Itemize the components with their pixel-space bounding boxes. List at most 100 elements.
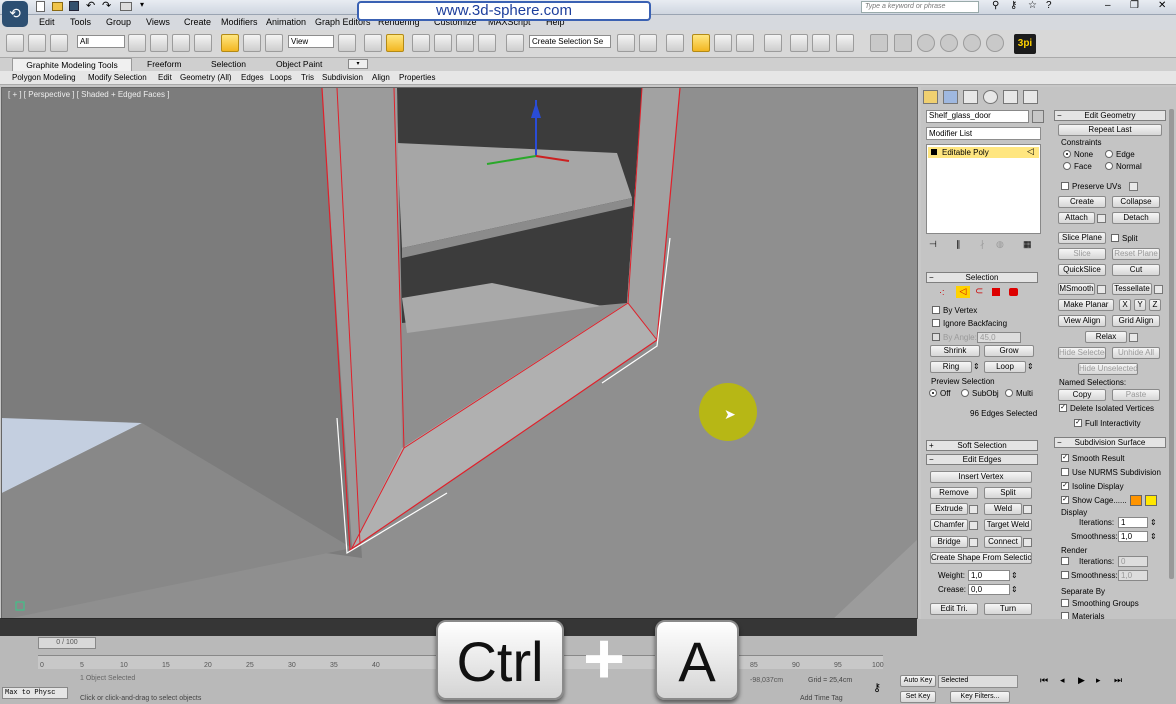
extrude-settings-icon[interactable] — [969, 505, 978, 514]
view-align-button[interactable]: View Align — [1058, 315, 1106, 327]
key-filters-button[interactable]: Key Filters... — [950, 691, 1010, 703]
render-iterations-checkbox[interactable] — [1061, 557, 1069, 565]
target-weld-button[interactable]: Target Weld — [984, 519, 1032, 531]
make-planar-button[interactable]: Make Planar — [1058, 299, 1114, 311]
reference-coordinate-dropdown[interactable]: View — [288, 35, 334, 48]
use-nurms-checkbox[interactable] — [1061, 468, 1069, 476]
by-angle-spinner[interactable]: 45,0 — [977, 332, 1021, 343]
modify-tab-icon[interactable] — [943, 90, 958, 104]
iterations-spinner-arrows[interactable]: ⇕ — [1150, 518, 1157, 527]
pivot-center-icon[interactable] — [338, 34, 356, 52]
tab-selection[interactable]: Selection — [211, 59, 246, 69]
constraint-none-radio[interactable] — [1063, 150, 1071, 158]
undo-icon[interactable]: ↶ — [86, 0, 95, 12]
paste-button[interactable]: Paste — [1112, 389, 1160, 401]
display-tab-icon[interactable] — [1003, 90, 1018, 104]
by-vertex-checkbox[interactable] — [932, 306, 940, 314]
grid-align-button[interactable]: Grid Align — [1112, 315, 1160, 327]
auto-key-button[interactable]: Auto Key — [900, 675, 936, 687]
viewport-label[interactable]: [ + ] [ Perspective ] [ Shaded + Edged F… — [8, 90, 169, 99]
modifier-list-dropdown[interactable]: Modifier List — [926, 127, 1041, 140]
remove-button[interactable]: Remove — [930, 487, 978, 499]
menu-views[interactable]: Views — [146, 17, 170, 27]
time-slider[interactable]: 0 / 100 — [38, 637, 96, 649]
panel-scrollbar[interactable] — [1169, 109, 1174, 579]
panel-polygon-modeling[interactable]: Polygon Modeling — [12, 73, 76, 82]
save-file-icon[interactable] — [69, 1, 79, 11]
turn-button[interactable]: Turn — [984, 603, 1032, 615]
preview-off-radio[interactable] — [929, 389, 937, 397]
relax-settings-icon[interactable] — [1129, 333, 1138, 342]
key-icon[interactable]: ⚷ — [1010, 0, 1017, 11]
star-icon[interactable]: ☆ — [1028, 0, 1037, 11]
panel-modify-selection[interactable]: Modify Selection — [88, 73, 147, 82]
smoothing-groups-checkbox[interactable] — [1061, 599, 1069, 607]
render-setup-icon[interactable] — [790, 34, 808, 52]
weight-spinner[interactable]: 1,0 — [968, 570, 1010, 581]
tab-freeform[interactable]: Freeform — [147, 59, 181, 69]
smoothness-spinner-arrows[interactable]: ⇕ — [1150, 532, 1157, 541]
plugin-add-icon[interactable] — [917, 34, 935, 52]
make-unique-icon[interactable]: ∤ — [980, 239, 985, 250]
crease-spinner-arrows[interactable]: ⇕ — [1011, 585, 1018, 594]
panel-properties[interactable]: Properties — [399, 73, 435, 82]
plugin-remove2-icon[interactable] — [986, 34, 1004, 52]
preserve-uvs-checkbox[interactable] — [1061, 182, 1069, 190]
bridge-button[interactable]: Bridge — [930, 536, 968, 548]
unlink-icon[interactable] — [28, 34, 46, 52]
next-frame-icon[interactable]: ▸ — [1096, 675, 1101, 686]
plugin-add2-icon[interactable] — [940, 34, 958, 52]
go-to-end-icon[interactable]: ⏭ — [1114, 675, 1122, 686]
add-time-tag[interactable]: Add Time Tag — [800, 695, 843, 702]
bind-space-warp-icon[interactable] — [50, 34, 68, 52]
graphite-toggle-icon[interactable] — [692, 34, 710, 52]
smooth-result-checkbox[interactable]: ✓ — [1061, 454, 1069, 462]
edit-geometry-rollout-header[interactable]: − Edit Geometry — [1054, 110, 1166, 121]
keyboard-shortcut-toggle-icon[interactable] — [386, 34, 404, 52]
smoothness-spinner[interactable]: 1,0 — [1118, 531, 1148, 542]
set-key-button[interactable]: Set Key — [900, 691, 936, 703]
panel-geometry-all[interactable]: Geometry (All) — [180, 73, 232, 82]
rectangle-selection-icon[interactable] — [172, 34, 190, 52]
panel-subdivision[interactable]: Subdivision — [322, 73, 363, 82]
relax-button[interactable]: Relax — [1085, 331, 1127, 343]
edit-tri-button[interactable]: Edit Tri. — [930, 603, 978, 615]
utilities-tab-icon[interactable] — [1023, 90, 1038, 104]
edit-edges-rollout-header[interactable]: − Edit Edges — [926, 454, 1038, 465]
chamfer-button[interactable]: Chamfer — [930, 519, 968, 531]
menu-create[interactable]: Create — [184, 17, 211, 27]
create-shape-button[interactable]: Create Shape From Selection — [930, 552, 1032, 564]
iterations-spinner[interactable]: 1 — [1118, 517, 1148, 528]
border-icon[interactable]: ⊂ — [975, 286, 983, 297]
msmooth-button[interactable]: MSmooth — [1058, 283, 1095, 295]
full-interactivity-checkbox[interactable]: ✓ — [1074, 419, 1082, 427]
tab-graphite-modeling-tools[interactable]: Graphite Modeling Tools — [12, 58, 132, 71]
ring-button[interactable]: Ring — [930, 361, 972, 373]
move-icon[interactable] — [221, 34, 239, 52]
show-end-result-icon[interactable]: ∥ — [956, 239, 961, 250]
constraint-edge-radio[interactable] — [1105, 150, 1113, 158]
preview-multi-radio[interactable] — [1005, 389, 1013, 397]
chevron-down-icon[interactable]: ▾ — [140, 0, 144, 9]
loop-spinner[interactable]: ⇕ — [1027, 362, 1034, 371]
render-production-icon[interactable] — [836, 34, 854, 52]
menu-tools[interactable]: Tools — [70, 17, 91, 27]
lightbulb-icon[interactable] — [931, 149, 937, 155]
panel-align[interactable]: Align — [372, 73, 390, 82]
menu-modifiers[interactable]: Modifiers — [221, 17, 258, 27]
detach-button[interactable]: Detach — [1112, 212, 1160, 224]
collapse-button[interactable]: Collapse — [1112, 196, 1160, 208]
help-icon[interactable]: ? — [1046, 0, 1052, 11]
link-icon[interactable] — [6, 34, 24, 52]
soft-selection-rollout-header[interactable]: + Soft Selection — [926, 440, 1038, 451]
menu-edit[interactable]: Edit — [39, 17, 55, 27]
isoline-display-checkbox[interactable]: ✓ — [1061, 482, 1069, 490]
material-editor-icon[interactable] — [764, 34, 782, 52]
plugin-remove-icon[interactable] — [963, 34, 981, 52]
rotate-icon[interactable] — [243, 34, 261, 52]
motion-tab-icon[interactable] — [983, 90, 998, 104]
grow-button[interactable]: Grow — [984, 345, 1034, 357]
panel-loops[interactable]: Loops — [270, 73, 292, 82]
select-object-icon[interactable] — [128, 34, 146, 52]
edit-named-selection-icon[interactable] — [506, 34, 524, 52]
